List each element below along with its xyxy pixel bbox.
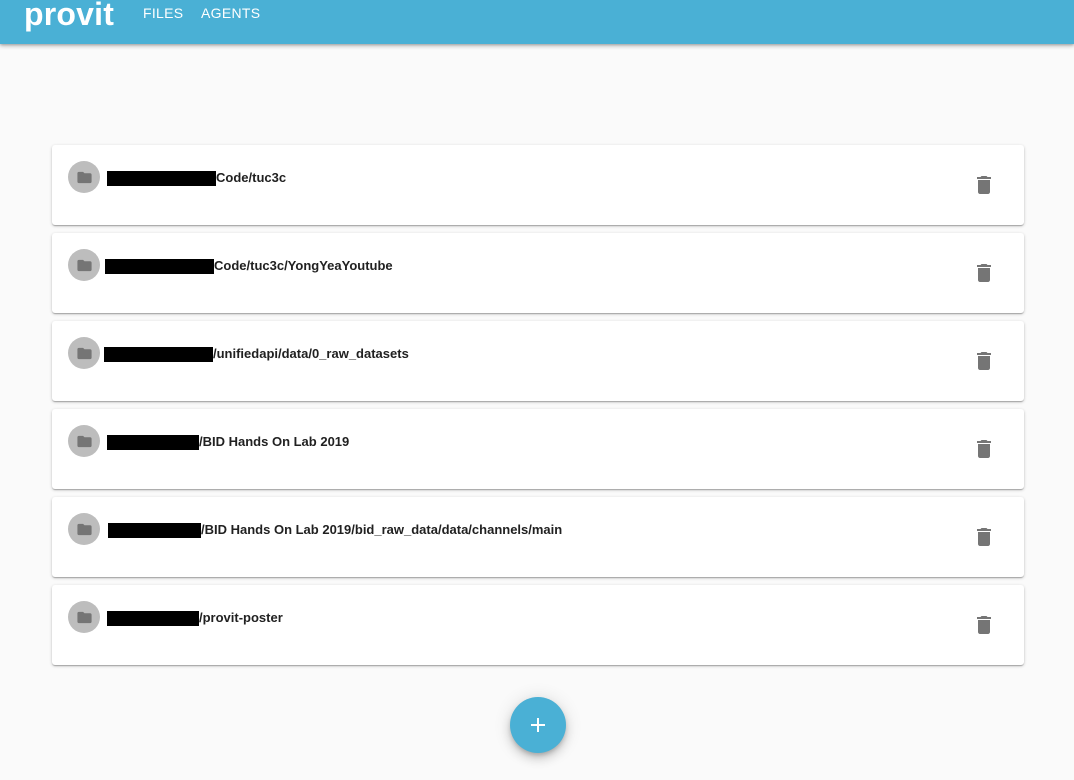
- delete-button[interactable]: [972, 437, 996, 461]
- redacted-block: [105, 258, 214, 274]
- redacted-block: [104, 346, 213, 362]
- directory-path: /BID Hands On Lab 2019: [107, 434, 349, 450]
- directory-path: Code/tuc3c/YongYeaYoutube: [105, 258, 393, 274]
- folder-icon: [77, 347, 92, 360]
- directory-row[interactable]: /provit-poster: [52, 585, 1024, 665]
- delete-icon: [977, 528, 991, 546]
- folder-avatar: [68, 249, 100, 281]
- directory-path-text: /BID Hands On Lab 2019/bid_raw_data/data…: [201, 522, 563, 537]
- folder-icon: [77, 611, 92, 624]
- redacted-block: [108, 522, 201, 538]
- delete-icon: [977, 616, 991, 634]
- redacted-block: [107, 610, 199, 626]
- directory-path-text: /BID Hands On Lab 2019: [199, 434, 350, 449]
- directory-path-text: Code/tuc3c/YongYeaYoutube: [214, 258, 393, 273]
- nav-files[interactable]: FILES: [143, 5, 183, 21]
- directory-row[interactable]: /unifiedapi/data/0_raw_datasets: [52, 321, 1024, 401]
- delete-button[interactable]: [972, 613, 996, 637]
- delete-button[interactable]: [972, 525, 996, 549]
- redacted-block: [107, 170, 216, 186]
- directory-path: /unifiedapi/data/0_raw_datasets: [104, 346, 409, 362]
- app-bar: provit FILES AGENTS: [0, 0, 1074, 44]
- directory-path: Code/tuc3c: [107, 170, 286, 186]
- delete-icon: [977, 352, 991, 370]
- folder-avatar: [68, 513, 100, 545]
- directory-path-text: Code/tuc3c: [216, 170, 287, 185]
- directory-row[interactable]: /BID Hands On Lab 2019/bid_raw_data/data…: [52, 497, 1024, 577]
- directory-path-text: /unifiedapi/data/0_raw_datasets: [213, 346, 409, 361]
- directory-row[interactable]: Code/tuc3c: [52, 145, 1024, 225]
- folder-avatar: [68, 161, 100, 193]
- directory-path: /provit-poster: [107, 610, 283, 626]
- directory-list: Code/tuc3c Code/tuc3c/YongYeaYoutube /un…: [52, 145, 1024, 673]
- directory-row[interactable]: Code/tuc3c/YongYeaYoutube: [52, 233, 1024, 313]
- folder-avatar: [68, 601, 100, 633]
- directory-path-text: /provit-poster: [199, 610, 283, 625]
- directory-row[interactable]: /BID Hands On Lab 2019: [52, 409, 1024, 489]
- add-directory-button[interactable]: [510, 697, 566, 753]
- redacted-block: [107, 434, 199, 450]
- delete-icon: [977, 440, 991, 458]
- folder-icon: [77, 171, 92, 184]
- app-logo[interactable]: provit: [24, 0, 114, 36]
- folder-icon: [77, 523, 92, 536]
- nav-agents[interactable]: AGENTS: [201, 5, 260, 21]
- folder-avatar: [68, 425, 100, 457]
- delete-icon: [977, 264, 991, 282]
- delete-button[interactable]: [972, 261, 996, 285]
- folder-icon: [77, 259, 92, 272]
- delete-button[interactable]: [972, 349, 996, 373]
- delete-button[interactable]: [972, 173, 996, 197]
- folder-icon: [77, 435, 92, 448]
- directory-path: /BID Hands On Lab 2019/bid_raw_data/data…: [107, 522, 562, 538]
- delete-icon: [977, 176, 991, 194]
- add-icon: [531, 718, 545, 732]
- folder-avatar: [68, 337, 100, 369]
